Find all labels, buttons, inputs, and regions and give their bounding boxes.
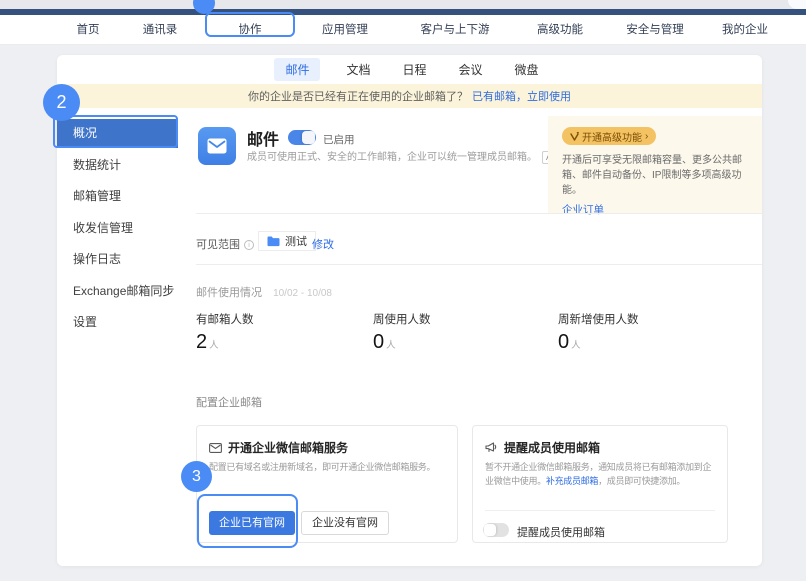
toggle-knob [484, 524, 496, 536]
step-2-badge: 2 [43, 84, 80, 121]
visible-range-scope-chip[interactable]: 测试 [258, 231, 316, 251]
sidebar-item-settings[interactable]: 设置 [57, 308, 178, 337]
envelope-outline-icon [209, 443, 222, 453]
annotation-box-overview [53, 115, 178, 148]
stat-value: 0人 [558, 331, 639, 354]
nav-item-advanced[interactable]: 高级功能 [537, 15, 583, 45]
sidebar-item-label: 概况 [73, 126, 97, 140]
nav-item-customers[interactable]: 客户与上下游 [421, 15, 490, 45]
remind-members-toggle[interactable] [483, 523, 509, 537]
stat-label: 有邮箱人数 [196, 311, 254, 327]
nav-item-collaborate[interactable]: 协作 [239, 15, 262, 45]
mail-status-text: 已启用 [323, 132, 355, 147]
visible-range-label: 可见范围 i [196, 236, 254, 252]
stat-mailbox-users: 有邮箱人数 2人 [196, 311, 254, 354]
promo-description: 开通后可享受无限邮箱容量、更多公共邮箱、邮件自动备份、IP限制等多项高级功能。 [562, 153, 754, 198]
config-section-label: 配置企业邮箱 [196, 394, 262, 410]
notice-banner: 你的企业是否已经有正在使用的企业邮箱了？ 已有邮箱，立即使用 [57, 84, 762, 108]
usage-section-title: 邮件使用情况 10/02 - 10/08 [196, 284, 332, 300]
mail-enabled-toggle[interactable] [288, 130, 316, 145]
top-nav: 首页 通讯录 协作 应用管理 客户与上下游 高级功能 安全与管理 我的企业 [0, 15, 806, 45]
visible-range-label-text: 可见范围 [196, 239, 240, 251]
stat-unit: 人 [209, 340, 219, 351]
stat-unit: 人 [386, 340, 396, 351]
tab-meeting[interactable]: 会议 [453, 58, 489, 81]
tab-docs[interactable]: 文档 [340, 58, 376, 81]
window-top-strip [0, 0, 806, 9]
mail-description: 成员可使用正式、安全的工作邮箱，企业可以统一管理成员邮箱。API ∨ [247, 148, 572, 164]
modify-link[interactable]: 修改 [312, 236, 334, 252]
chevron-right-icon: › [645, 131, 648, 142]
divider [485, 510, 715, 511]
stat-unit: 人 [571, 340, 581, 351]
upgrade-promo-panel: 开通高级功能 › 开通后可享受无限邮箱容量、更多公共邮箱、邮件自动备份、IP限制… [548, 116, 762, 213]
stat-value: 2人 [196, 331, 254, 354]
supplement-mailbox-link[interactable]: 补充成员邮箱 [546, 476, 598, 486]
stat-number: 0 [373, 331, 384, 353]
info-icon[interactable]: i [244, 240, 254, 250]
megaphone-icon [485, 442, 498, 453]
nav-item-home[interactable]: 首页 [77, 15, 100, 45]
open-mailbox-card-desc: 配置已有域名或注册新域名，即可开通企业微信邮箱服务。 [209, 460, 435, 474]
remind-toggle-label: 提醒成员使用邮箱 [517, 524, 605, 540]
stat-number: 2 [196, 331, 207, 353]
upgrade-pill-label: 开通高级功能 [582, 129, 642, 144]
stat-label: 周使用人数 [373, 311, 431, 327]
subtab-bar: 邮件 文档 日程 会议 微盘 [57, 55, 762, 84]
tab-calendar[interactable]: 日程 [396, 58, 432, 81]
open-mailbox-card-title: 开通企业微信邮箱服务 [209, 439, 348, 456]
nav-item-my-company[interactable]: 我的企业 [722, 15, 768, 45]
has-website-button[interactable]: 企业已有官网 [209, 511, 295, 535]
sidebar-item-send-receive[interactable]: 收发信管理 [57, 214, 178, 243]
tab-drive[interactable]: 微盘 [509, 58, 545, 81]
divider [196, 264, 762, 265]
sidebar-item-overview[interactable]: 概况 [57, 119, 178, 148]
page-title: 邮件 [247, 126, 279, 150]
card-title-text: 开通企业微信邮箱服务 [228, 439, 348, 456]
open-mailbox-card: 开通企业微信邮箱服务 配置已有域名或注册新域名，即可开通企业微信邮箱服务。 企业… [196, 425, 458, 543]
upgrade-pill-button[interactable]: 开通高级功能 › [562, 127, 656, 145]
sidebar: 概况 数据统计 邮箱管理 收发信管理 操作日志 Exchange邮箱同步 设置 [57, 119, 195, 340]
visible-range-scope-text: 测试 [285, 233, 307, 249]
stat-weekly-new-users: 周新增使用人数 0人 [558, 311, 639, 354]
sidebar-item-statistics[interactable]: 数据统计 [57, 151, 178, 180]
remind-desc-text-2: ，成员即可快捷添加。 [598, 476, 685, 486]
toggle-knob [302, 131, 315, 144]
folder-icon [267, 236, 280, 247]
mail-description-text: 成员可使用正式、安全的工作邮箱，企业可以统一管理成员邮箱。 [247, 152, 537, 163]
stat-label: 周新增使用人数 [558, 311, 639, 327]
stat-value: 0人 [373, 331, 431, 354]
remind-members-card-desc: 暂不开通企业微信邮箱服务，通知成员将已有邮箱添加到企业微信中使用。补充成员邮箱，… [485, 460, 715, 488]
remind-members-card: 提醒成员使用邮箱 暂不开通企业微信邮箱服务，通知成员将已有邮箱添加到企业微信中使… [472, 425, 728, 543]
divider [196, 213, 762, 214]
sidebar-item-logs[interactable]: 操作日志 [57, 245, 178, 274]
banner-link[interactable]: 已有邮箱，立即使用 [472, 88, 571, 104]
admin-console-screen: 首页 通讯录 协作 应用管理 客户与上下游 高级功能 安全与管理 我的企业 邮件… [0, 0, 806, 581]
nav-item-apps[interactable]: 应用管理 [322, 15, 368, 45]
usage-period: 10/02 - 10/08 [273, 288, 332, 299]
stat-weekly-users: 周使用人数 0人 [373, 311, 431, 354]
enterprise-order-link[interactable]: 企业订单 [562, 202, 604, 217]
remind-members-card-title: 提醒成员使用邮箱 [485, 439, 600, 456]
envelope-icon [207, 138, 227, 154]
sidebar-item-exchange-sync[interactable]: Exchange邮箱同步 [57, 277, 178, 306]
step-3-badge: 3 [181, 461, 212, 492]
content-panel: 邮件 文档 日程 会议 微盘 你的企业是否已经有正在使用的企业邮箱了？ 已有邮箱… [57, 55, 762, 566]
banner-text: 你的企业是否已经有正在使用的企业邮箱了？ [248, 88, 468, 104]
usage-title-text: 邮件使用情况 [196, 287, 262, 299]
mail-app-tile [198, 127, 236, 165]
nav-item-security[interactable]: 安全与管理 [626, 15, 684, 45]
card-title-text: 提醒成员使用邮箱 [504, 439, 600, 456]
no-website-button[interactable]: 企业没有官网 [301, 511, 389, 535]
sidebar-item-mailbox-mgmt[interactable]: 邮箱管理 [57, 182, 178, 211]
tab-mail[interactable]: 邮件 [274, 58, 320, 81]
upgrade-rocket-icon [570, 132, 579, 141]
stat-number: 0 [558, 331, 569, 353]
nav-item-contacts[interactable]: 通讯录 [143, 15, 178, 45]
